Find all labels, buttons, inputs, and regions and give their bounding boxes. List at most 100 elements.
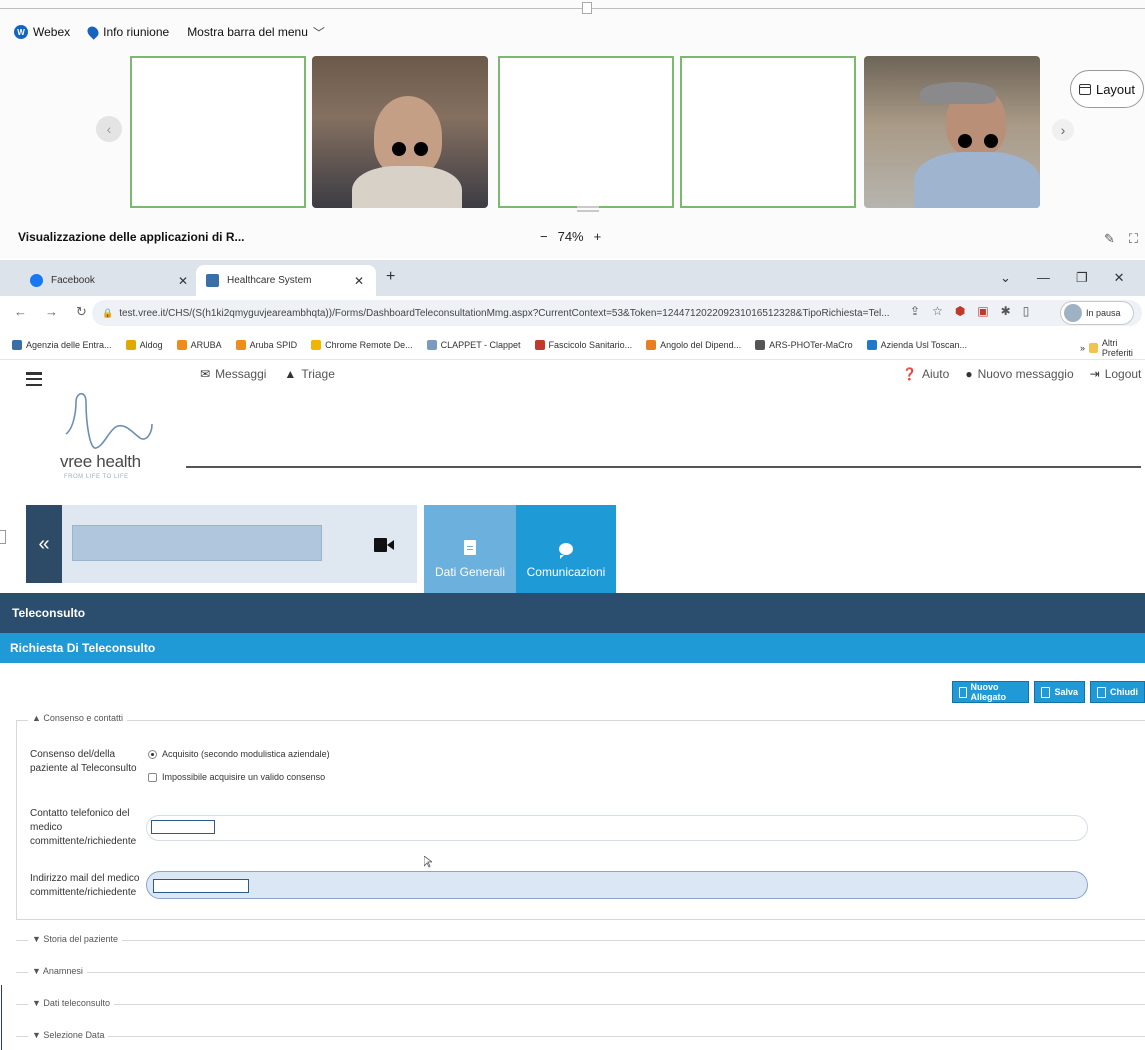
- bookmark-star-icon[interactable]: ☆: [932, 304, 943, 318]
- bookmark-item[interactable]: Angolo del Dipend...: [646, 339, 741, 350]
- bookmark-label: ARUBA: [190, 339, 222, 350]
- bookmark-label: Aruba SPID: [249, 339, 298, 350]
- back-icon[interactable]: ←: [14, 304, 27, 320]
- section-toggle-selezione-data[interactable]: ▼ Selezione Data: [28, 1030, 109, 1040]
- puzzle-icon[interactable]: ✱: [1001, 304, 1011, 318]
- next-participants-button[interactable]: ›: [1052, 119, 1074, 141]
- extension-icon[interactable]: ▣: [977, 304, 988, 318]
- privacy-mask-icon: [958, 134, 972, 148]
- window-controls: ⌄ — ❐ ✕: [1000, 270, 1124, 286]
- divider: [186, 466, 1141, 468]
- layout-button[interactable]: Layout: [1070, 70, 1144, 108]
- fullscreen-icon[interactable]: ⛶: [1129, 231, 1138, 247]
- help-label: Aiuto: [921, 367, 950, 381]
- browser-tab-healthcare[interactable]: Healthcare System ✕: [196, 265, 376, 296]
- bookmark-icon: [426, 339, 437, 350]
- consent-option-impossible[interactable]: Impossibile acquisire un valido consenso: [148, 772, 325, 782]
- participant-avatar: [920, 82, 996, 104]
- new-attachment-button[interactable]: Nuovo Allegato: [952, 681, 1030, 703]
- video-camera-icon[interactable]: [374, 538, 394, 552]
- section-toggle-anamnesi[interactable]: ▼ Anamnesi: [28, 966, 87, 976]
- save-button[interactable]: Salva: [1034, 681, 1085, 703]
- webex-app-menu[interactable]: W Webex: [14, 25, 70, 39]
- subsection-header: Richiesta Di Teleconsulto: [0, 633, 1145, 663]
- tab-dati-generali[interactable]: Dati Generali: [424, 505, 516, 593]
- bookmark-item[interactable]: Aruba SPID: [235, 339, 298, 350]
- profile-paused-chip[interactable]: In pausa: [1060, 301, 1134, 325]
- minimize-icon[interactable]: —: [1037, 270, 1050, 286]
- close-icon[interactable]: ✕: [178, 274, 188, 288]
- pause-label: In pausa: [1086, 308, 1121, 318]
- close-window-icon[interactable]: ✕: [1114, 270, 1125, 286]
- annotate-icon[interactable]: ✎: [1104, 231, 1115, 247]
- participant-avatar: [914, 152, 1040, 208]
- previous-participants-button[interactable]: ‹: [96, 116, 122, 142]
- patient-name-field: [72, 525, 322, 561]
- participant-tile[interactable]: [498, 56, 674, 208]
- bookmark-item[interactable]: ARUBA: [176, 339, 222, 350]
- section-toggle-storia[interactable]: ▼ Storia del paziente: [28, 934, 122, 944]
- logout-link[interactable]: ⇥ Logout: [1090, 367, 1142, 381]
- bookmark-item[interactable]: Agenzia delle Entra...: [12, 339, 112, 350]
- file-icon: [959, 686, 967, 698]
- more-bookmarks-button[interactable]: »: [1080, 343, 1085, 353]
- drag-grip[interactable]: [577, 206, 599, 212]
- radio-button[interactable]: [148, 749, 157, 759]
- scroll-indicator: [1, 985, 2, 1050]
- browser-tab-facebook[interactable]: Facebook ✕: [20, 265, 200, 296]
- resize-handle[interactable]: [582, 2, 592, 14]
- divider: [16, 972, 1145, 973]
- consent-option-acquired[interactable]: Acquisito (secondo modulistica aziendale…: [148, 749, 330, 759]
- maximize-icon[interactable]: ❐: [1076, 270, 1088, 286]
- tab-search-icon[interactable]: ⌄: [1000, 270, 1011, 286]
- new-message-link[interactable]: ● Nuovo messaggio: [965, 367, 1073, 381]
- nav-triage[interactable]: ▲ Triage: [284, 367, 334, 381]
- help-link[interactable]: ❓ Aiuto: [902, 367, 949, 381]
- bookmark-item[interactable]: Aldog: [125, 339, 163, 350]
- checkbox[interactable]: [148, 772, 157, 782]
- shield-extension-icon[interactable]: ⬢: [955, 304, 965, 318]
- collapse-panel-button[interactable]: «: [26, 505, 62, 583]
- reload-icon[interactable]: ↻: [76, 304, 87, 320]
- participant-video-tile[interactable]: [312, 56, 488, 208]
- close-icon[interactable]: ✕: [354, 274, 364, 288]
- show-menubar-menu[interactable]: Mostra barra del menu ﹀: [187, 24, 325, 41]
- zoom-in-button[interactable]: +: [594, 229, 602, 244]
- nav-messages[interactable]: ✉ Messaggi: [200, 367, 266, 381]
- privacy-mask-icon: [392, 142, 406, 156]
- participant-tile[interactable]: [680, 56, 856, 208]
- close-button[interactable]: Chiudi: [1090, 681, 1145, 703]
- bookmark-item[interactable]: Chrome Remote De...: [311, 339, 413, 350]
- nav-messages-label: Messaggi: [215, 367, 267, 381]
- extension-icons: ⇪ ☆ ⬢ ▣ ✱ ▯: [910, 304, 1029, 318]
- share-icon[interactable]: ⇪: [910, 304, 920, 318]
- bookmark-item[interactable]: Fascicolo Sanitario...: [534, 339, 632, 350]
- forward-icon[interactable]: →: [45, 304, 58, 320]
- zoom-out-button[interactable]: −: [540, 229, 548, 244]
- bookmark-icon: [534, 339, 545, 350]
- consent-fieldset-toggle[interactable]: ▲ Consenso e contatti: [28, 713, 127, 723]
- participant-video-tile[interactable]: [864, 56, 1040, 208]
- button-label: Salva: [1054, 687, 1078, 697]
- new-tab-button[interactable]: +: [386, 268, 395, 286]
- webex-logo-icon: W: [14, 25, 28, 39]
- bookmark-item[interactable]: ARS-PHOTer-MaCro: [755, 339, 853, 350]
- radio-label: Acquisito (secondo modulistica aziendale…: [162, 749, 330, 759]
- tab-comunicazioni[interactable]: Comunicazioni: [516, 505, 616, 593]
- section-toggle-dati-teleconsulto[interactable]: ▼ Dati teleconsulto: [28, 998, 114, 1008]
- hamburger-menu-icon[interactable]: [26, 372, 42, 386]
- nav-triage-label: Triage: [301, 367, 335, 381]
- participant-tile[interactable]: [130, 56, 306, 208]
- header-actions: ❓ Aiuto ● Nuovo messaggio ⇥ Logout: [902, 367, 1141, 381]
- bookmark-item[interactable]: Azienda Usl Toscan...: [866, 339, 967, 350]
- meeting-info-menu[interactable]: Info riunione: [85, 24, 169, 40]
- redacted-value: [151, 820, 215, 834]
- email-input[interactable]: [146, 871, 1088, 899]
- logout-icon: ⇥: [1089, 367, 1100, 381]
- other-bookmarks[interactable]: » Altri Preferiti: [1080, 338, 1145, 358]
- side-panel-icon[interactable]: ▯: [1023, 304, 1030, 318]
- browser-tab-strip: Facebook ✕ Healthcare System ✕: [0, 260, 1145, 296]
- bookmark-item[interactable]: CLAPPET - Clappet: [426, 339, 521, 350]
- zoom-control: − 74% +: [540, 229, 601, 244]
- phone-input[interactable]: [146, 815, 1088, 841]
